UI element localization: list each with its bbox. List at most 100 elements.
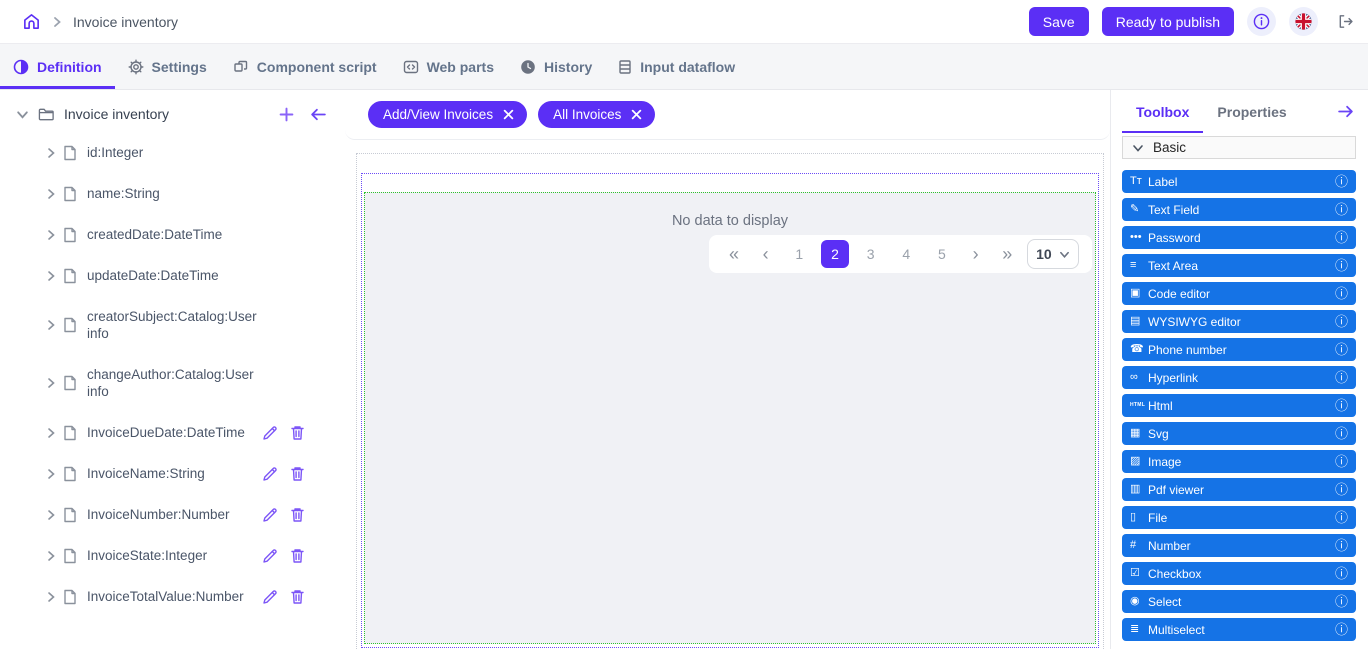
toolbox-item[interactable]: ••• Password ⓘ: [1122, 226, 1356, 249]
info-icon[interactable]: ⓘ: [1335, 203, 1348, 216]
toolbox-item[interactable]: ≣ Multiselect ⓘ: [1122, 618, 1356, 641]
toolbox-item[interactable]: ▣ Code editor ⓘ: [1122, 282, 1356, 305]
info-icon[interactable]: ⓘ: [1335, 287, 1348, 300]
edit-field-icon[interactable]: [262, 466, 278, 482]
page-number-button[interactable]: 4: [892, 240, 920, 268]
chevron-right-icon[interactable]: [45, 229, 63, 241]
toolbox-item[interactable]: HTML Html ⓘ: [1122, 394, 1356, 417]
info-icon[interactable]: ⓘ: [1335, 399, 1348, 412]
edit-field-icon[interactable]: [262, 425, 278, 441]
tree-item[interactable]: InvoiceDueDate:DateTime: [0, 412, 345, 453]
info-icon[interactable]: ⓘ: [1335, 259, 1348, 272]
page-number-button[interactable]: 5: [928, 240, 956, 268]
collapse-toolbox-arrow-icon[interactable]: [1337, 104, 1354, 119]
tab-settings[interactable]: Settings: [115, 44, 220, 89]
add-field-icon[interactable]: [279, 107, 294, 122]
tab-toolbox[interactable]: Toolbox: [1122, 90, 1203, 133]
toolbox-item[interactable]: ▥ Pdf viewer ⓘ: [1122, 478, 1356, 501]
prev-page-button[interactable]: ‹: [754, 240, 778, 268]
toolbox-section-basic[interactable]: Basic: [1122, 136, 1356, 159]
tree-item[interactable]: InvoiceState:Integer: [0, 535, 345, 576]
toolbox-item[interactable]: Tт Label ⓘ: [1122, 170, 1356, 193]
info-button[interactable]: [1247, 7, 1276, 36]
toolbox-item[interactable]: ∞ Hyperlink ⓘ: [1122, 366, 1356, 389]
breadcrumb-label[interactable]: Invoice inventory: [73, 14, 178, 30]
info-icon[interactable]: ⓘ: [1335, 511, 1348, 524]
tree-item[interactable]: id:Integer: [0, 132, 345, 173]
tab-definition[interactable]: Definition: [0, 44, 115, 89]
edit-field-icon[interactable]: [262, 507, 278, 523]
info-icon[interactable]: ⓘ: [1335, 175, 1348, 188]
tab-properties[interactable]: Properties: [1203, 90, 1300, 133]
info-icon[interactable]: ⓘ: [1335, 371, 1348, 384]
canvas-selected-container[interactable]: No data to display « ‹ 1 2 3 4: [361, 173, 1099, 648]
delete-field-icon[interactable]: [290, 589, 305, 605]
chevron-right-icon[interactable]: [45, 591, 63, 603]
toolbox-item[interactable]: ◉ Select ⓘ: [1122, 590, 1356, 613]
logout-icon[interactable]: [1337, 13, 1354, 30]
info-icon[interactable]: ⓘ: [1335, 567, 1348, 580]
tree-item[interactable]: name:String: [0, 173, 345, 214]
tree-item[interactable]: InvoiceNumber:Number: [0, 494, 345, 535]
chevron-right-icon[interactable]: [45, 147, 63, 159]
chevron-right-icon[interactable]: [45, 188, 63, 200]
tab-component-script[interactable]: Component script: [220, 44, 390, 89]
edit-field-icon[interactable]: [262, 589, 278, 605]
tree-root[interactable]: Invoice inventory: [0, 90, 345, 132]
toolbox-item[interactable]: ☑ Checkbox ⓘ: [1122, 562, 1356, 585]
tree-item[interactable]: creatorSubject:Catalog:User info: [0, 296, 345, 354]
webpart-tag[interactable]: All Invoices: [538, 101, 655, 128]
info-icon[interactable]: ⓘ: [1335, 539, 1348, 552]
page-number-button[interactable]: 3: [857, 240, 885, 268]
close-icon[interactable]: [631, 109, 642, 120]
chevron-down-icon[interactable]: [16, 108, 29, 121]
toolbox-item[interactable]: ≡ Text Area ⓘ: [1122, 254, 1356, 277]
delete-field-icon[interactable]: [290, 466, 305, 482]
info-icon[interactable]: ⓘ: [1335, 315, 1348, 328]
tree-item[interactable]: InvoiceName:String: [0, 453, 345, 494]
info-icon[interactable]: ⓘ: [1335, 455, 1348, 468]
info-icon[interactable]: ⓘ: [1335, 343, 1348, 356]
delete-field-icon[interactable]: [290, 548, 305, 564]
webpart-tag[interactable]: Add/View Invoices: [368, 101, 527, 128]
chevron-right-icon[interactable]: [45, 377, 63, 389]
chevron-right-icon[interactable]: [45, 270, 63, 282]
ready-to-publish-button[interactable]: Ready to publish: [1102, 7, 1234, 36]
tab-input-dataflow[interactable]: Input dataflow: [605, 44, 748, 89]
chevron-right-icon[interactable]: [45, 550, 63, 562]
tree-item[interactable]: changeAuthor:Catalog:User info: [0, 354, 345, 412]
page-number-button[interactable]: 2: [821, 240, 849, 268]
close-icon[interactable]: [503, 109, 514, 120]
home-icon[interactable]: [22, 12, 41, 31]
first-page-button[interactable]: «: [722, 240, 746, 268]
info-icon[interactable]: ⓘ: [1335, 595, 1348, 608]
delete-field-icon[interactable]: [290, 425, 305, 441]
info-icon[interactable]: ⓘ: [1335, 623, 1348, 636]
info-icon[interactable]: ⓘ: [1335, 231, 1348, 244]
toolbox-item[interactable]: ▤ WYSIWYG editor ⓘ: [1122, 310, 1356, 333]
tab-history[interactable]: History: [507, 44, 605, 89]
toolbox-item[interactable]: ✎ Text Field ⓘ: [1122, 198, 1356, 221]
toolbox-item[interactable]: # Number ⓘ: [1122, 534, 1356, 557]
grid-webpart[interactable]: No data to display « ‹ 1 2 3 4: [364, 192, 1096, 644]
tree-item[interactable]: createdDate:DateTime: [0, 214, 345, 255]
save-button[interactable]: Save: [1029, 7, 1089, 36]
tree-item[interactable]: updateDate:DateTime: [0, 255, 345, 296]
chevron-right-icon[interactable]: [45, 509, 63, 521]
info-icon[interactable]: ⓘ: [1335, 427, 1348, 440]
toolbox-item[interactable]: ▨ Image ⓘ: [1122, 450, 1356, 473]
next-page-button[interactable]: ›: [964, 240, 988, 268]
toolbox-item[interactable]: ▯ File ⓘ: [1122, 506, 1356, 529]
tab-web-parts[interactable]: Web parts: [390, 44, 507, 89]
edit-field-icon[interactable]: [262, 548, 278, 564]
delete-field-icon[interactable]: [290, 507, 305, 523]
toolbox-item[interactable]: ▦ Svg ⓘ: [1122, 422, 1356, 445]
canvas-outer-dropzone[interactable]: No data to display « ‹ 1 2 3 4: [356, 153, 1104, 649]
chevron-right-icon[interactable]: [45, 427, 63, 439]
chevron-right-icon[interactable]: [45, 468, 63, 480]
language-flag-button[interactable]: [1289, 7, 1318, 36]
chevron-right-icon[interactable]: [45, 319, 63, 331]
info-icon[interactable]: ⓘ: [1335, 483, 1348, 496]
collapse-panel-arrow-icon[interactable]: [310, 107, 327, 122]
page-number-button[interactable]: 1: [785, 240, 813, 268]
